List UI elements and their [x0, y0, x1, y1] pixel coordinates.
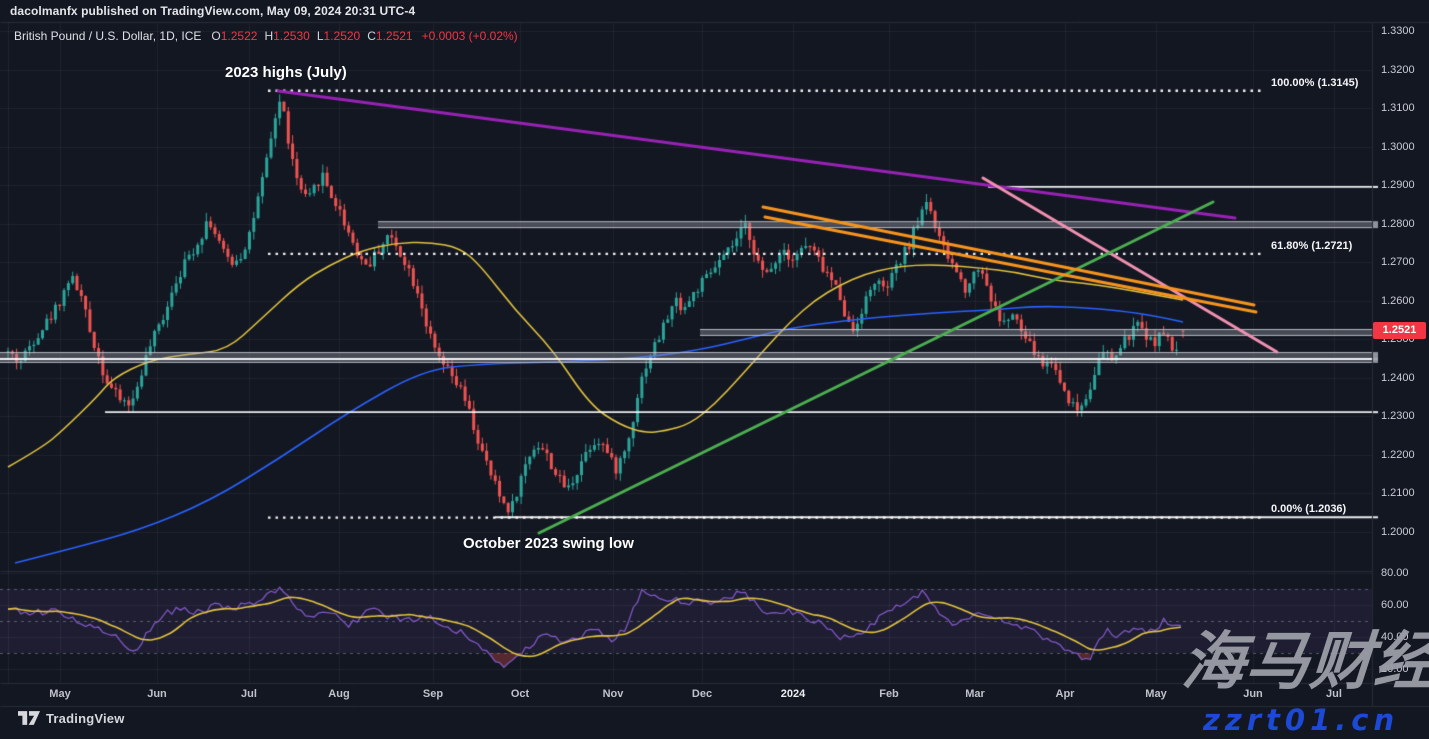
watermark-chinese: 海马财经 [1180, 627, 1429, 696]
publish-text: dacolmanfx published on TradingView.com,… [10, 4, 415, 18]
change-value: +0.0003 (+0.02%) [422, 29, 518, 43]
price-axis-label: 1.2900 [1381, 179, 1415, 191]
price-axis-label: 1.2400 [1381, 372, 1415, 384]
ohlc-token: H1.2530 [264, 29, 309, 43]
time-axis-label: Apr [1056, 688, 1075, 700]
price-axis-label: 1.2000 [1381, 526, 1415, 538]
price-axis-label: 1.3300 [1381, 25, 1415, 37]
fib-label-618: 61.80% (1.2721) [1271, 240, 1352, 252]
price-axis-label: 1.2200 [1381, 449, 1415, 461]
tradingview-logo-icon [18, 711, 40, 726]
time-axis-label: Mar [965, 688, 985, 700]
time-axis-label: Dec [692, 688, 712, 700]
time-axis-label: Jun [147, 688, 167, 700]
time-axis-label: Jul [241, 688, 257, 700]
time-axis-label: Oct [511, 688, 529, 700]
price-axis-label: 1.2800 [1381, 218, 1415, 230]
tradingview-logo[interactable]: TradingView [18, 711, 125, 726]
symbol-legend[interactable]: British Pound / U.S. Dollar, 1D, ICE O1.2… [14, 29, 518, 44]
price-axis-label: 1.2100 [1381, 487, 1415, 499]
time-axis-label: Aug [328, 688, 349, 700]
watermark-site: zzrt01.cn [1203, 703, 1399, 737]
time-axis-label: Nov [603, 688, 624, 700]
tradingview-logo-text: TradingView [46, 711, 125, 726]
fib-label-0: 0.00% (1.2036) [1271, 503, 1346, 515]
price-axis-label: 1.2600 [1381, 295, 1415, 307]
ohlc-values: O1.2522 H1.2530 L1.2520 C1.2521 [211, 29, 419, 43]
time-axis-label: Feb [879, 688, 899, 700]
rsi-axis-label: 60.00 [1381, 599, 1409, 611]
price-axis-label: 1.2700 [1381, 256, 1415, 268]
price-axis-label: 1.3100 [1381, 102, 1415, 114]
ohlc-token: C1.2521 [367, 29, 412, 43]
annotation-2023-highs[interactable]: 2023 highs (July) [225, 64, 347, 81]
last-price-badge: 1.2521 [1373, 322, 1426, 339]
rsi-axis-label: 80.00 [1381, 567, 1409, 579]
time-axis-label: Sep [423, 688, 443, 700]
price-axis-label: 1.2300 [1381, 410, 1415, 422]
fib-label-100: 100.00% (1.3145) [1271, 77, 1358, 89]
time-axis-label: 2024 [781, 688, 805, 700]
symbol-title: British Pound / U.S. Dollar, 1D, ICE [14, 29, 201, 43]
ohlc-token: L1.2520 [317, 29, 360, 43]
time-axis-label: May [49, 688, 70, 700]
price-axis-label: 1.3000 [1381, 141, 1415, 153]
ohlc-token: O1.2522 [211, 29, 257, 43]
publish-bar: dacolmanfx published on TradingView.com,… [0, 0, 1429, 22]
tradingview-published-chart: dacolmanfx published on TradingView.com,… [0, 0, 1429, 739]
time-axis-label: May [1145, 688, 1166, 700]
annotation-oct-low[interactable]: October 2023 swing low [463, 535, 634, 552]
price-axis-label: 1.3200 [1381, 64, 1415, 76]
